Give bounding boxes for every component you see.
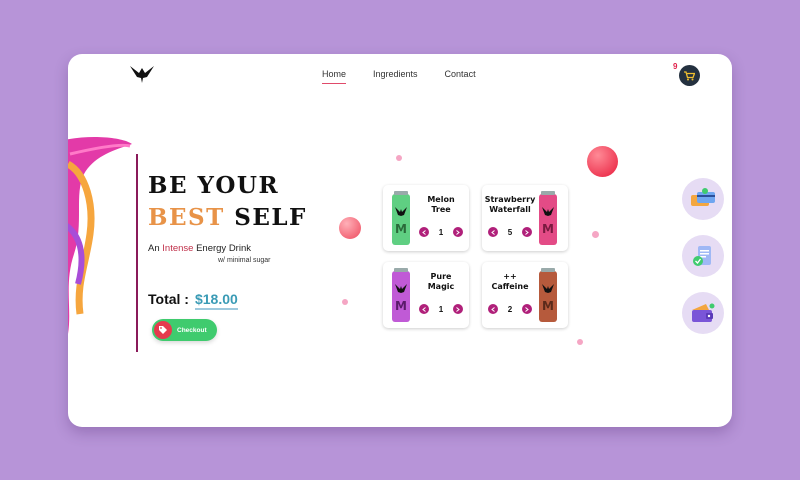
chevron-left-icon — [421, 229, 426, 235]
decrease-button[interactable] — [419, 227, 429, 237]
subline-prefix: An — [148, 243, 163, 254]
cart-icon — [684, 70, 695, 80]
can-icon: M — [539, 268, 557, 322]
total-label: Total : — [148, 291, 189, 307]
chevron-right-icon — [525, 229, 530, 235]
chevron-right-icon — [456, 306, 461, 312]
chevron-left-icon — [490, 229, 495, 235]
quantity-stepper: 5 — [488, 227, 532, 237]
subline-suffix: Energy Drink — [193, 243, 251, 254]
quantity-value: 1 — [438, 227, 444, 237]
chevron-left-icon — [490, 306, 495, 312]
headline-line-1: BE YOUR — [148, 172, 280, 199]
svg-text:M: M — [395, 299, 407, 313]
receipt-icon — [693, 246, 711, 266]
product-name: Strawberry Waterfall — [484, 195, 536, 215]
decrease-button[interactable] — [419, 304, 429, 314]
tag-icon-circle — [154, 321, 172, 339]
decrease-button[interactable] — [488, 227, 498, 237]
product-name: Pure Magic — [415, 272, 467, 292]
checkout-label: Checkout — [177, 326, 207, 334]
nav-home[interactable]: Home — [322, 69, 347, 84]
decrease-button[interactable] — [488, 304, 498, 314]
cart-count-badge: 9 — [673, 62, 678, 71]
decor-dot — [396, 155, 402, 161]
svg-text:M: M — [542, 299, 554, 313]
svg-text:M: M — [395, 222, 407, 236]
quantity-value: 2 — [507, 304, 513, 314]
payment-cards-icon — [691, 188, 715, 206]
receipt-button[interactable] — [682, 235, 724, 277]
quantity-stepper: 1 — [419, 304, 463, 314]
product-name: ++ Caffeine — [484, 272, 536, 292]
minimal-sugar-note: w/ minimal sugar — [218, 257, 271, 264]
main-nav: Home Ingredients Contact — [322, 69, 476, 84]
product-name-line-1: Pure — [430, 272, 452, 281]
hero-subline: An Intense Energy Drink — [148, 243, 251, 254]
increase-button[interactable] — [521, 304, 532, 314]
svg-text:M: M — [542, 222, 554, 236]
headline-line-2: BEST SELF — [148, 202, 307, 234]
increase-button[interactable] — [521, 227, 532, 237]
wallet-icon — [692, 303, 715, 322]
quantity-stepper: 2 — [488, 304, 532, 314]
total-amount: $18.00 — [194, 291, 238, 310]
main-card: Home Ingredients Contact 9 BE YOUR BEST … — [68, 54, 732, 427]
nav-contact[interactable]: Contact — [445, 69, 476, 84]
quantity-value: 5 — [507, 227, 513, 237]
product-card-caffeine: M ++ Caffeine 2 — [482, 262, 568, 328]
can-icon: M — [539, 191, 557, 245]
chevron-right-icon — [525, 306, 530, 312]
headline-accent: BEST — [148, 204, 225, 231]
increase-button[interactable] — [452, 304, 463, 314]
chevron-left-icon — [421, 306, 426, 312]
product-name-line-1: Strawberry — [484, 195, 536, 204]
hero-headline: BE YOUR BEST SELF — [148, 170, 307, 234]
quantity-value: 1 — [438, 304, 444, 314]
wallet-button[interactable] — [682, 292, 724, 334]
product-card-pure-magic: M Pure Magic 1 — [383, 262, 469, 328]
total-row: Total : $18.00 — [148, 291, 238, 310]
increase-button[interactable] — [452, 227, 463, 237]
product-name-line-1: Melon — [427, 195, 455, 204]
can-icon: M — [392, 191, 410, 245]
product-name-line-1: ++ — [503, 272, 517, 281]
payment-cards-button[interactable] — [682, 178, 724, 220]
chevron-right-icon — [456, 229, 461, 235]
decor-ball-medium — [339, 217, 361, 239]
divider-line — [136, 154, 138, 352]
can-icon: M — [392, 268, 410, 322]
hawk-logo-icon[interactable] — [130, 64, 154, 84]
product-name-line-2: Magic — [427, 282, 455, 291]
paint-swirl-decoration — [68, 137, 132, 334]
checkout-button[interactable]: Checkout — [152, 319, 217, 341]
decor-dot — [577, 339, 583, 345]
tag-icon — [159, 326, 167, 334]
product-card-strawberry-waterfall: M Strawberry Waterfall 5 — [482, 185, 568, 251]
product-name-line-2: Waterfall — [489, 205, 531, 214]
decor-dot — [342, 299, 348, 305]
subline-accent: Intense — [162, 243, 194, 254]
decor-ball-large — [587, 146, 618, 177]
product-card-melon-tree: M Melon Tree 1 — [383, 185, 469, 251]
cart-button[interactable] — [679, 65, 700, 86]
nav-ingredients[interactable]: Ingredients — [373, 69, 418, 84]
product-name: Melon Tree — [415, 195, 467, 215]
headline-rest: SELF — [224, 204, 307, 231]
decor-dot — [592, 231, 599, 238]
quantity-stepper: 1 — [419, 227, 463, 237]
product-name-line-2: Caffeine — [491, 282, 529, 291]
product-name-line-2: Tree — [431, 205, 451, 214]
